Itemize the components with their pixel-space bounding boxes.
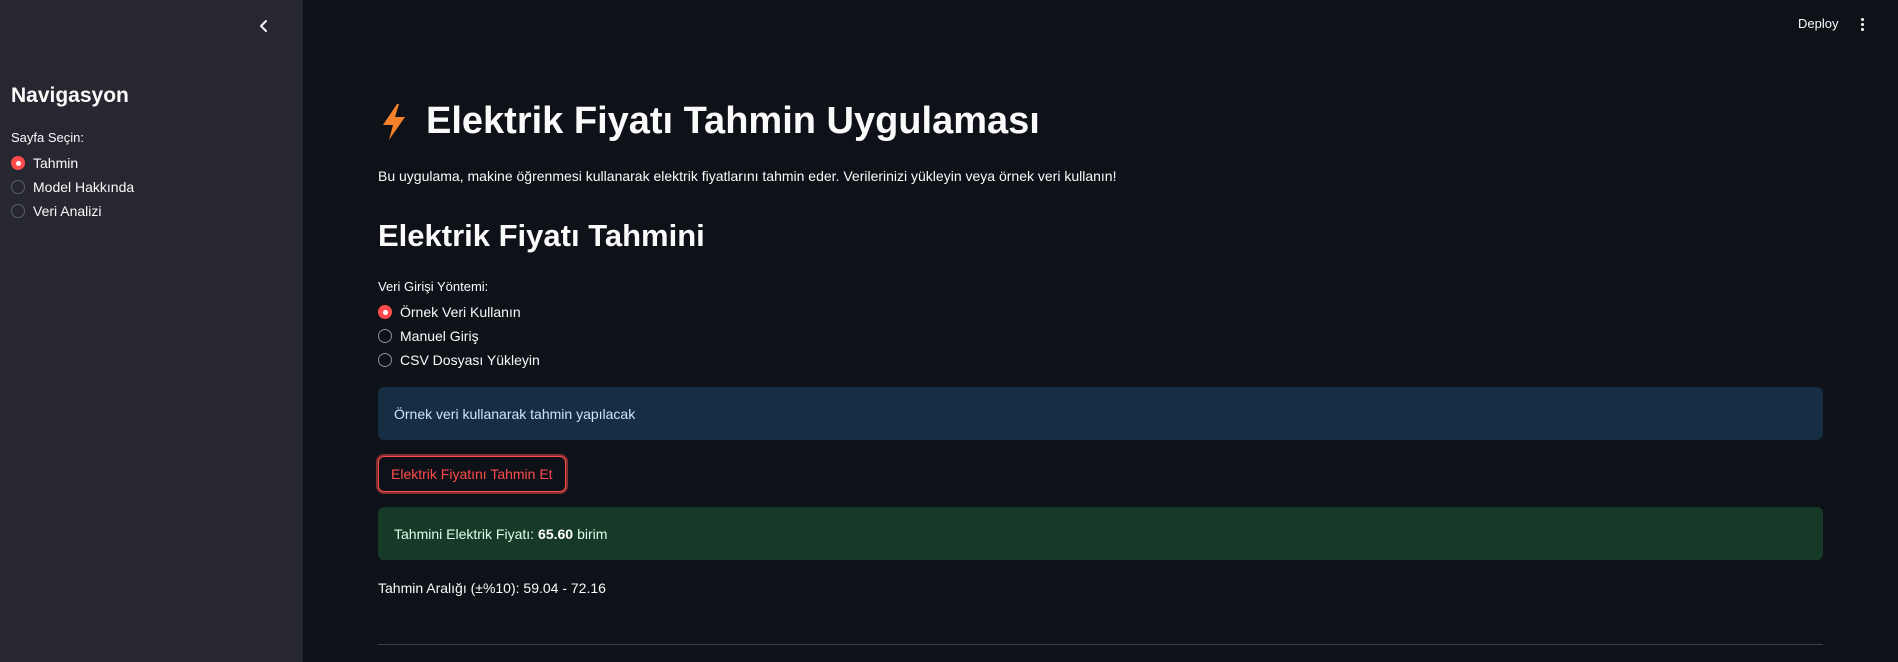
input-method-label-text: Manuel Giriş bbox=[400, 328, 479, 344]
sidebar-item-label: Tahmin bbox=[33, 155, 79, 171]
more-vertical-icon-dot bbox=[1860, 27, 1864, 31]
result-value: 65.60 bbox=[538, 525, 574, 542]
sidebar-item-label: Model Hakkında bbox=[33, 179, 135, 195]
more-vertical-icon-dot bbox=[1860, 22, 1864, 26]
info-message: Örnek veri kullanarak tahmin yapılacak bbox=[394, 405, 636, 422]
input-method-csv[interactable]: CSV Dosyası Yükleyin bbox=[378, 352, 540, 368]
page-title: Elektrik Fiyatı Tahmin Uygulaması bbox=[426, 100, 1040, 142]
info-alert: Örnek veri kullanarak tahmin yapılacak bbox=[378, 387, 1823, 440]
divider bbox=[378, 644, 1823, 645]
radio-unselected-icon bbox=[11, 204, 25, 218]
radio-selected-icon bbox=[11, 156, 25, 170]
sidebar-title: Navigasyon bbox=[11, 84, 129, 107]
sidebar-item-label: Veri Analizi bbox=[33, 203, 102, 219]
sidebar-item-tahmin[interactable]: Tahmin bbox=[11, 155, 78, 171]
input-method-ornek-veri[interactable]: Örnek Veri Kullanın bbox=[378, 304, 521, 320]
input-method-label-text: Örnek Veri Kullanın bbox=[400, 304, 521, 320]
more-vertical-icon bbox=[1860, 17, 1864, 21]
prediction-range: Tahmin Aralığı (±%10): 59.04 - 72.16 bbox=[378, 580, 606, 596]
sidebar-item-veri-analizi[interactable]: Veri Analizi bbox=[11, 203, 101, 219]
radio-unselected-icon bbox=[11, 180, 25, 194]
input-method-label-text: CSV Dosyası Yükleyin bbox=[400, 352, 540, 368]
deploy-button[interactable]: Deploy bbox=[1798, 16, 1838, 31]
main-menu-button[interactable] bbox=[1852, 14, 1872, 34]
radio-selected-icon bbox=[378, 305, 392, 319]
input-method-label: Veri Girişi Yöntemi: bbox=[378, 279, 489, 294]
radio-unselected-icon bbox=[378, 353, 392, 367]
radio-unselected-icon bbox=[378, 329, 392, 343]
lightning-icon bbox=[383, 103, 405, 140]
sidebar: Navigasyon Sayfa Seçin: Tahmin Model Hak… bbox=[0, 0, 303, 662]
page-title-row: Elektrik Fiyatı Tahmin Uygulaması bbox=[378, 100, 1040, 143]
result-prefix: Tahmini Elektrik Fiyatı: bbox=[394, 525, 535, 542]
predict-button[interactable]: Elektrik Fiyatını Tahmin Et bbox=[378, 456, 566, 492]
sidebar-item-model-hakkinda[interactable]: Model Hakkında bbox=[11, 179, 134, 195]
chevron-left-icon bbox=[260, 20, 267, 32]
app-description: Bu uygulama, makine öğrenmesi kullanarak… bbox=[378, 168, 1117, 184]
result-unit: birim bbox=[577, 525, 608, 542]
input-method-manuel[interactable]: Manuel Giriş bbox=[378, 328, 479, 344]
success-alert: Tahmini Elektrik Fiyatı: 65.60 birim bbox=[378, 507, 1823, 560]
collapse-sidebar-button[interactable] bbox=[252, 14, 276, 38]
section-title: Elektrik Fiyatı Tahmini bbox=[378, 218, 705, 253]
page-select-label: Sayfa Seçin: bbox=[11, 130, 84, 145]
